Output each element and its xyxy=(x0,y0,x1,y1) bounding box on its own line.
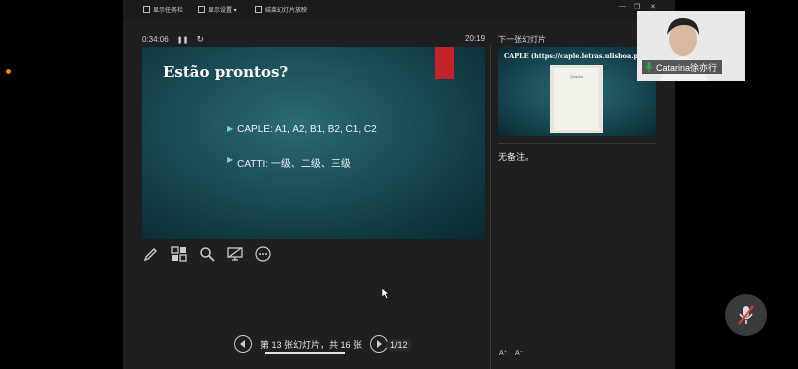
current-slide: Estão prontos? ▶ CAPLE: A1, A2, B1, B2, … xyxy=(142,47,485,239)
reset-icon[interactable]: ↻ xyxy=(196,34,204,45)
slide-counter[interactable]: 第 13 张幻灯片，共 16 张 xyxy=(260,338,362,351)
slide-navigation: 第 13 张幻灯片，共 16 张 xyxy=(234,335,389,353)
mute-button[interactable] xyxy=(725,294,767,336)
bullet-arrow-icon: ▶ xyxy=(227,124,234,133)
monitor-icon xyxy=(198,6,205,13)
overlay-page-counter: 1/12 xyxy=(386,339,412,351)
notes-divider xyxy=(498,143,656,144)
more-options-icon[interactable] xyxy=(254,245,272,263)
triangle-right-icon xyxy=(377,340,383,348)
restore-icon[interactable]: ❐ xyxy=(634,3,640,11)
display-settings-label: 显示设置 ▾ xyxy=(208,8,237,14)
status-dot xyxy=(6,69,11,74)
end-show-icon xyxy=(255,6,262,13)
next-slide-label: 下一张幻灯片 xyxy=(498,35,546,44)
display-settings-button[interactable]: 显示设置 ▾ xyxy=(198,5,237,14)
book-cover-text: Quadro xyxy=(569,74,584,79)
slide-tools xyxy=(142,245,272,263)
zoom-icon[interactable] xyxy=(198,245,216,263)
black-screen-icon[interactable] xyxy=(226,245,244,263)
end-slideshow-button[interactable]: 结束幻灯片放映 xyxy=(255,5,307,14)
presenter-view: 显示任务栏 显示设置 ▾ 结束幻灯片放映 — ❐ ✕ 0:34:06 ❚❚ ↻ … xyxy=(123,0,675,369)
participant-name: Catarina徐亦行 xyxy=(656,62,718,73)
next-slide-preview[interactable]: CAPLE (https://caple.letras.ulisboa.pt/)… xyxy=(498,47,656,136)
participant-name-bar: Catarina徐亦行 xyxy=(642,60,722,74)
elapsed-timer: 0:34:06 ❚❚ ↻ xyxy=(142,34,204,45)
slide-title: Estão prontos? xyxy=(163,63,289,81)
show-taskbar-button[interactable]: 显示任务栏 xyxy=(143,5,183,14)
end-slideshow-label: 结束幻灯片放映 xyxy=(265,8,308,14)
slide-accent-tab xyxy=(435,47,454,79)
book-image: Quadro xyxy=(550,65,603,133)
bullet-text: CAPLE: A1, A2, B1, B2, C1, C2 xyxy=(237,124,377,135)
bullet-arrow-icon: ▶ xyxy=(227,155,234,164)
close-icon[interactable]: ✕ xyxy=(650,3,656,11)
previous-slide-button[interactable] xyxy=(234,335,252,353)
bullet-text: CATTI: 一级、二级、三级 xyxy=(237,159,351,170)
mouse-cursor-icon xyxy=(382,288,390,299)
slide-counter-underline xyxy=(265,352,345,354)
increase-font-button[interactable]: A⁺ xyxy=(499,349,507,357)
decrease-font-button[interactable]: A⁻ xyxy=(515,349,523,357)
slide-bullet: ▶ CAPLE: A1, A2, B1, B2, C1, C2 xyxy=(227,124,377,135)
elapsed-time: 0:34:06 xyxy=(142,35,169,44)
next-slide-title: CAPLE (https://caple.letras.ulisboa.pt/) xyxy=(504,52,647,60)
slide-bullet: ▶ CATTI: 一级、二级、三级 xyxy=(227,155,351,170)
taskbar-icon xyxy=(143,6,150,13)
book-cover: Quadro xyxy=(554,68,599,130)
speaker-notes: 无备注。 xyxy=(498,152,535,162)
microphone-muted-icon xyxy=(738,305,754,325)
pane-divider[interactable] xyxy=(490,45,491,369)
microphone-icon xyxy=(645,62,653,72)
pen-icon[interactable] xyxy=(142,245,160,263)
see-all-slides-icon[interactable] xyxy=(170,245,188,263)
triangle-left-icon xyxy=(240,340,245,348)
clock: 20:19 xyxy=(465,34,486,43)
show-taskbar-label: 显示任务栏 xyxy=(153,8,184,14)
minimize-icon[interactable]: — xyxy=(619,3,626,10)
pause-icon[interactable]: ❚❚ xyxy=(177,36,189,44)
toolbar: 显示任务栏 显示设置 ▾ 结束幻灯片放映 — ❐ ✕ xyxy=(123,0,675,22)
